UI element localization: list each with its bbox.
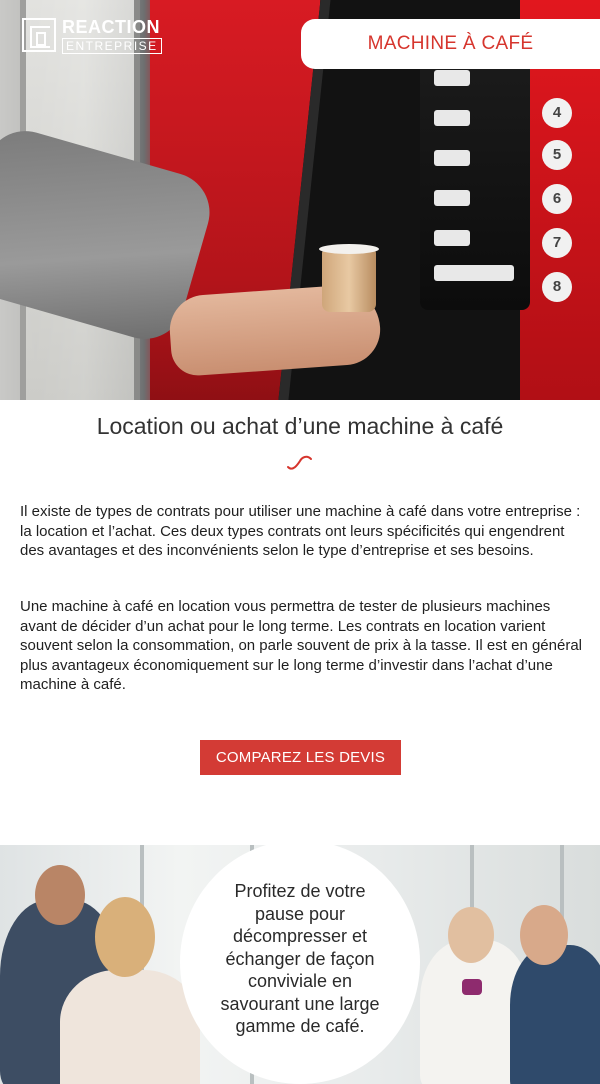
purple-cup — [462, 979, 482, 995]
intro-paragraph: Il existe de types de contrats pour util… — [20, 503, 581, 559]
quote-bubble-text: Profitez de votre pause pour décompresse… — [220, 881, 380, 1036]
person-head — [95, 897, 155, 977]
machine-selection-button — [434, 70, 470, 86]
machine-selection-button — [434, 230, 470, 246]
machine-number-button: 7 — [542, 228, 572, 258]
person-man-right — [510, 945, 600, 1084]
category-badge: MACHINE À CAFÉ — [301, 19, 600, 69]
machine-selection-button — [434, 190, 470, 206]
person-woman-left — [60, 970, 200, 1084]
machine-control-panel — [420, 40, 530, 310]
machine-selection-button — [434, 265, 514, 281]
section-title: Location ou achat d’une machine à café — [96, 413, 504, 439]
machine-number-button: 5 — [542, 140, 572, 170]
logo-line-2: ENTREPRISE — [62, 38, 162, 54]
compare-quotes-button[interactable]: COMPAREZ LES DEVIS — [200, 740, 401, 775]
rental-paragraph: Une machine à café en location vous perm… — [20, 598, 582, 693]
person-head — [448, 907, 494, 963]
machine-number-button: 4 — [542, 98, 572, 128]
logo-text: REACTION ENTREPRISE — [62, 18, 162, 54]
machine-selection-button — [434, 150, 470, 166]
person-head — [35, 865, 85, 925]
machine-number-button: 6 — [542, 184, 572, 214]
logo-maze-icon — [22, 18, 56, 52]
logo-line-1: REACTION — [62, 17, 160, 37]
coffee-cup — [319, 244, 379, 312]
machine-number-button: 8 — [542, 272, 572, 302]
swirl-divider-icon — [287, 455, 312, 470]
brand-logo[interactable]: REACTION ENTREPRISE — [22, 18, 162, 54]
machine-selection-button — [434, 110, 470, 126]
person-head — [520, 905, 568, 965]
